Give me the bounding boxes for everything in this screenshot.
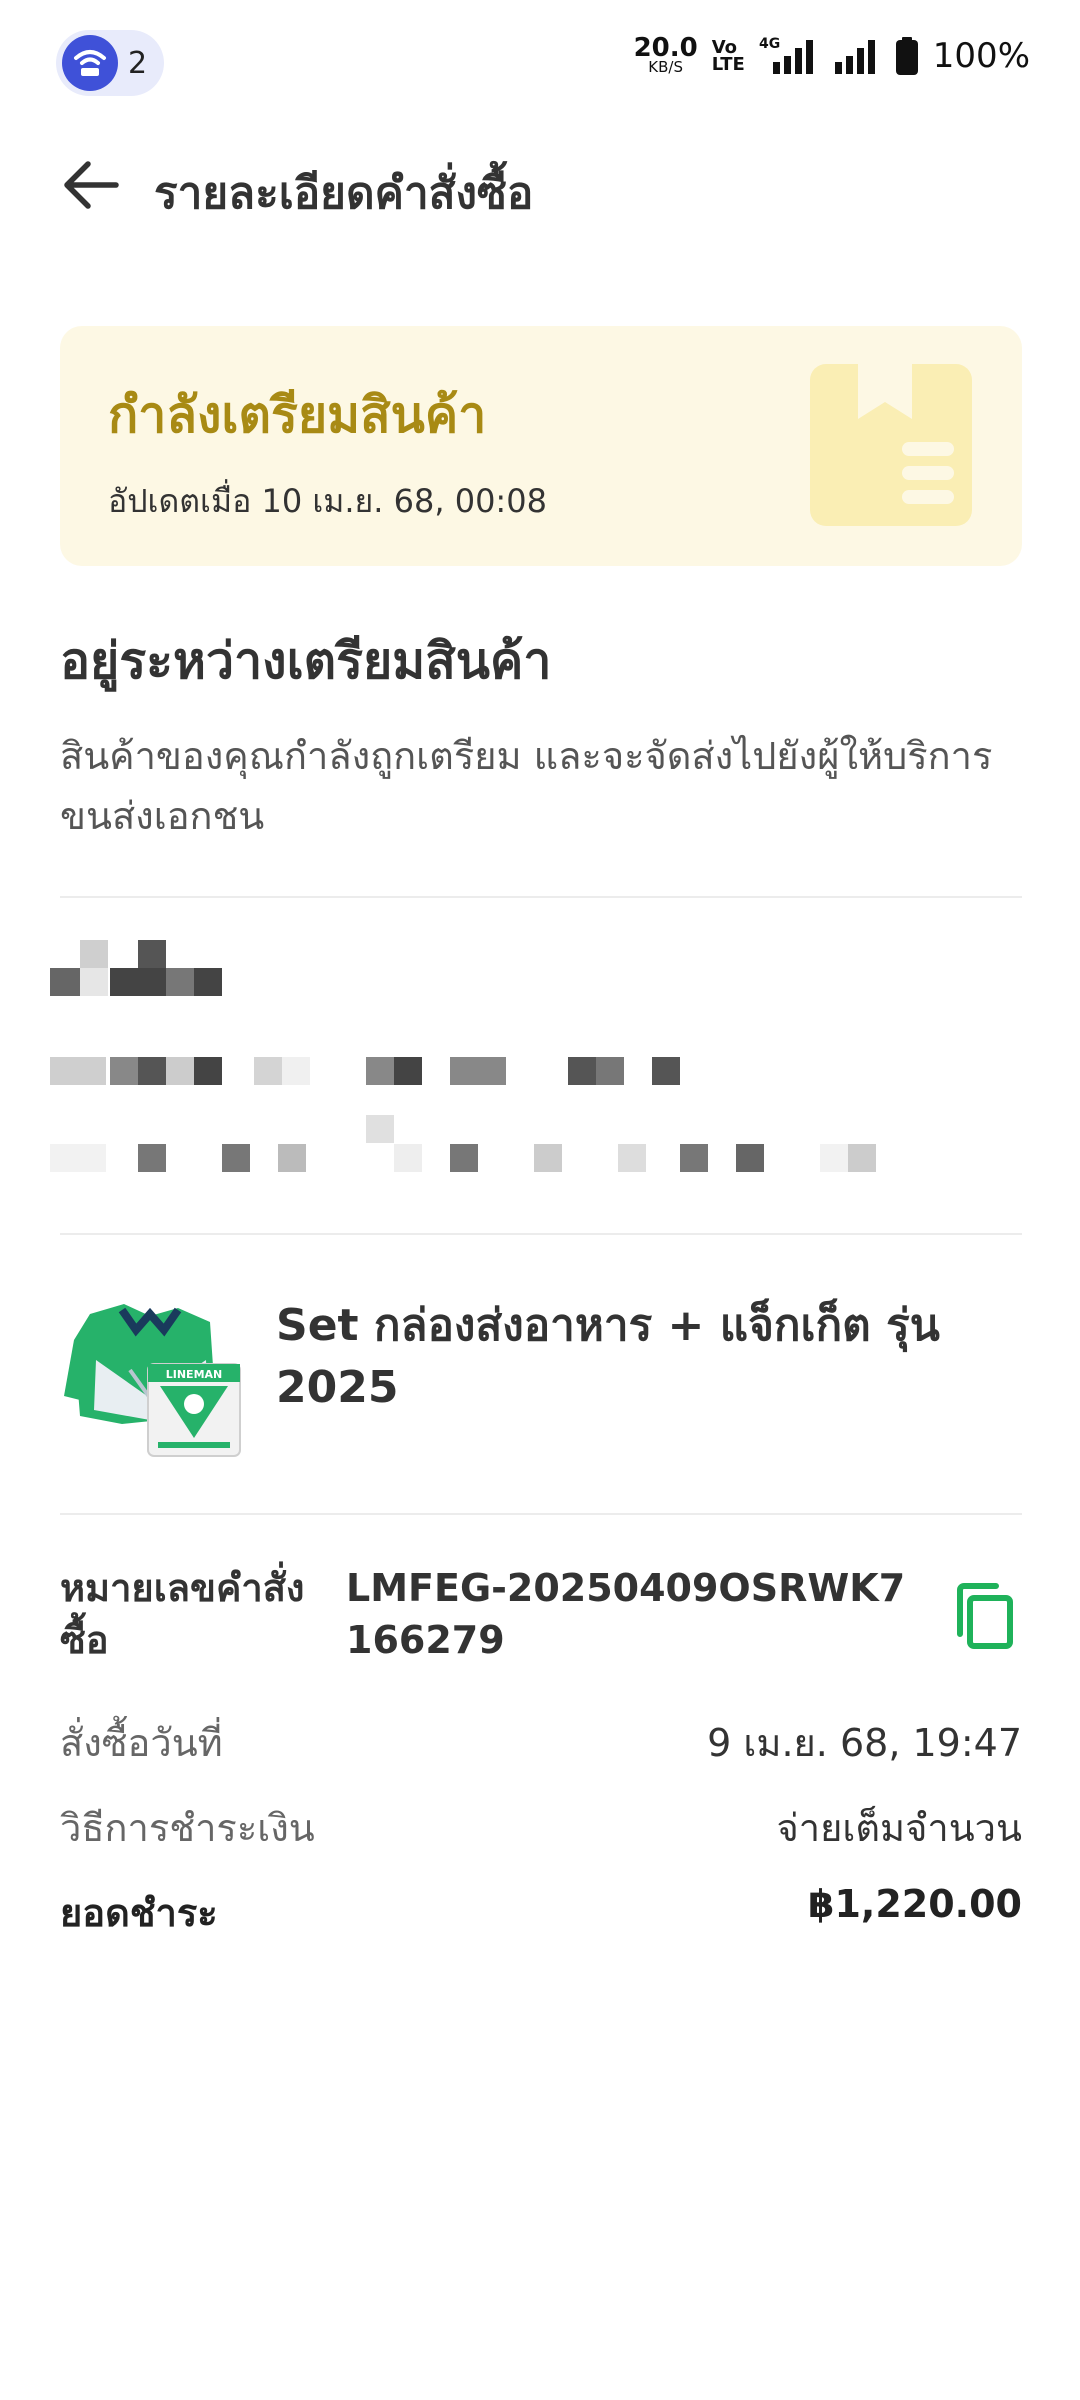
divider	[60, 1513, 1022, 1515]
order-date-row: สั่งซื้อวันที่ 9 เม.ย. 68, 19:47	[60, 1712, 1022, 1773]
hotspot-icon	[62, 35, 118, 91]
order-date-label: สั่งซื้อวันที่	[60, 1721, 223, 1765]
payment-method-value: จ่ายเต็มจำนวน	[776, 1806, 1022, 1850]
product-box-logo: LINEMAN	[166, 1368, 223, 1381]
product-image[interactable]: LINEMAN	[60, 1300, 244, 1460]
payment-method-label: วิธีการชำระเงิน	[60, 1806, 315, 1850]
order-status-card: กำลังเตรียมสินค้า อัปเดตเมื่อ 10 เม.ย. 6…	[60, 326, 1022, 566]
status-description: สินค้าของคุณกำลังถูกเตรียม และจะจัดส่งไป…	[60, 734, 993, 838]
arrow-left-icon	[64, 161, 119, 209]
divider	[60, 896, 1022, 898]
shipping-address-redacted	[50, 940, 1010, 1180]
battery-percent: 100%	[932, 36, 1030, 76]
copy-order-number-button[interactable]	[950, 1580, 1022, 1652]
hotspot-count: 2	[128, 45, 148, 81]
battery-icon	[895, 37, 918, 75]
total-row: ยอดชำระ ฿1,220.00	[60, 1882, 1022, 1943]
status-heading: อยู่ระหว่างเตรียมสินค้า	[60, 632, 552, 690]
status-bar: 2 20.0 KB/S Vo LTE 4G 100%	[0, 0, 1080, 120]
package-icon	[810, 364, 972, 526]
signal-icon	[834, 40, 875, 74]
back-button[interactable]	[58, 152, 124, 218]
order-number-value: LMFEG-20250409OSRWK7166279	[346, 1566, 906, 1662]
copy-icon	[957, 1583, 1013, 1649]
total-label: ยอดชำระ	[60, 1891, 218, 1935]
payment-method-row: วิธีการชำระเงิน จ่ายเต็มจำนวน	[60, 1797, 1022, 1858]
status-updated-time: อัปเดตเมื่อ 10 เม.ย. 68, 00:08	[108, 482, 547, 520]
hotspot-indicator: 2	[56, 30, 164, 96]
order-date-value: 9 เม.ย. 68, 19:47	[707, 1721, 1022, 1765]
total-value: ฿1,220.00	[808, 1882, 1022, 1926]
status-title: กำลังเตรียมสินค้า	[108, 386, 487, 444]
volte-indicator: Vo LTE	[711, 39, 745, 75]
page-title: รายละเอียดคำสั่งซื้อ	[154, 168, 534, 219]
divider	[60, 1233, 1022, 1235]
volte-bottom: LTE	[711, 54, 745, 75]
app-header: รายละเอียดคำสั่งซื้อ	[0, 130, 1080, 240]
svg-text:4G: 4G	[759, 36, 780, 52]
signal-4g-icon: 4G	[759, 36, 813, 74]
order-number-label: หมายเลขคำสั่งซื้อ	[60, 1566, 305, 1662]
net-speed: 20.0 KB/S	[634, 35, 698, 75]
product-name[interactable]: Set กล่องส่งอาหาร + แจ็กเก็ต รุ่น 2025	[276, 1295, 976, 1419]
